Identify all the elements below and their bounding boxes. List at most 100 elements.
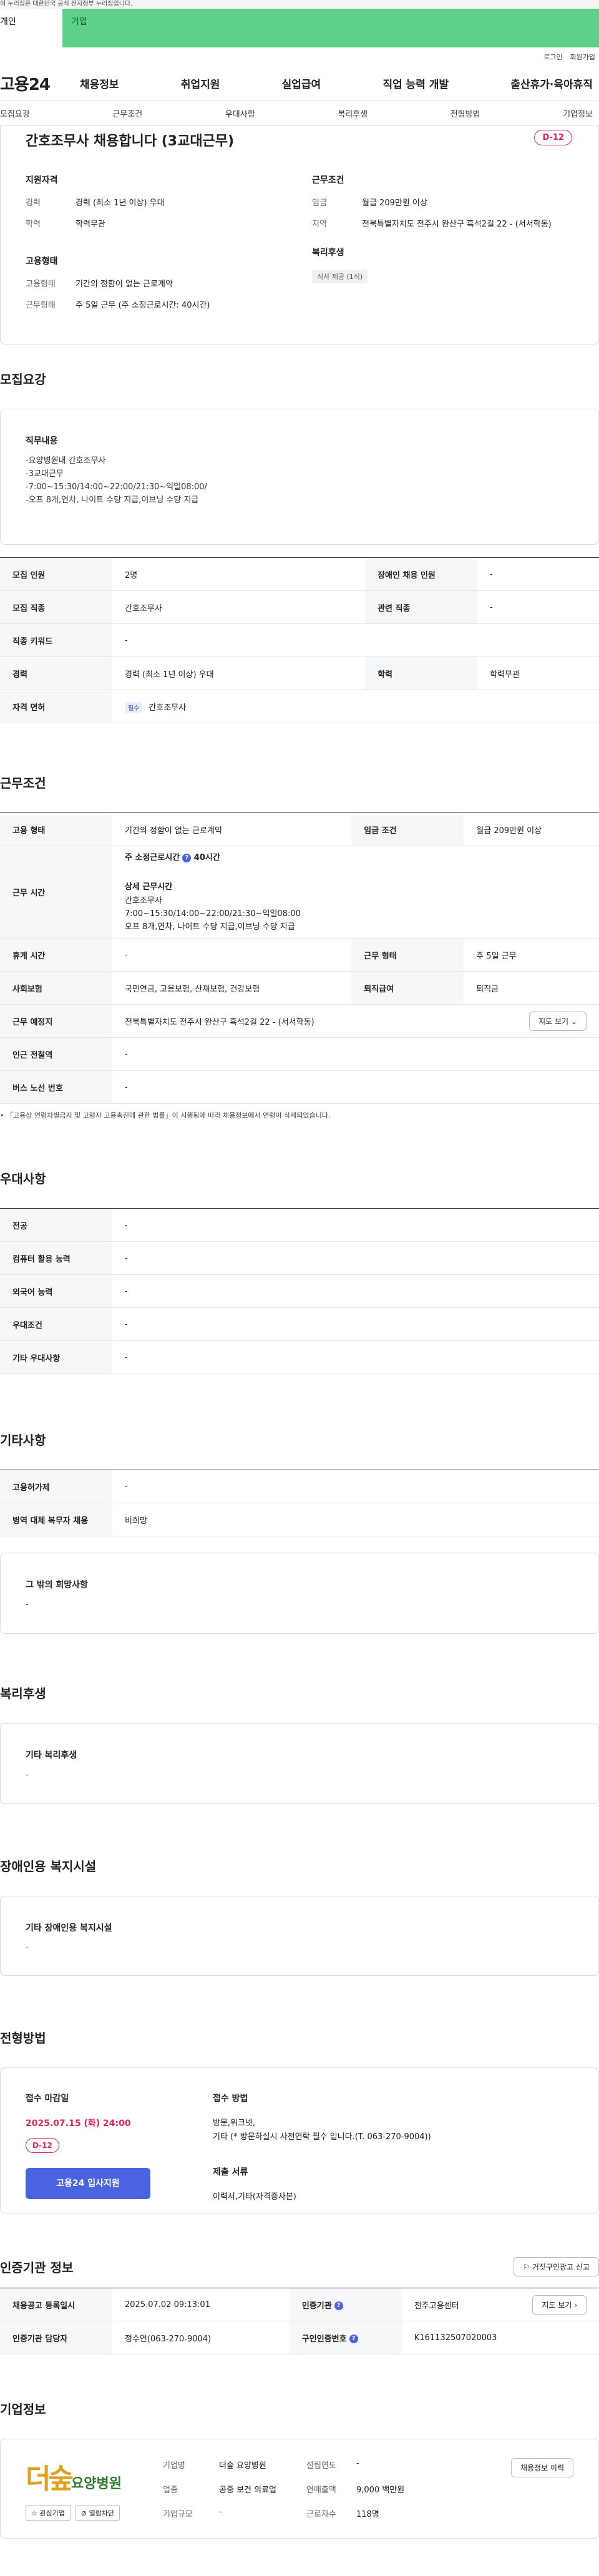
- table-row: 전공 -: [0, 1208, 599, 1242]
- welfare-summary-title: 복리후생: [312, 248, 344, 258]
- chevron-down-icon: ⌄: [570, 1017, 577, 1026]
- table-row: 고용 형태 기간의 정함이 없는 근로계약 임금 조건 월급 209만원 이상: [0, 812, 599, 846]
- gnb-skills[interactable]: 직업 능력 개발: [382, 76, 449, 91]
- gnb-employment-support[interactable]: 취업지원: [181, 76, 220, 91]
- cert-map-button[interactable]: 지도 보기 ›: [532, 2295, 587, 2315]
- table-row: 고용허가제 -: [0, 1470, 599, 1503]
- anchor-recruit[interactable]: 모집요강: [0, 107, 30, 119]
- table-row: 외국어 능력 -: [0, 1274, 599, 1308]
- table-row: 버스 노선 번호 -: [0, 1070, 599, 1104]
- cell-key: 사회보험: [0, 971, 112, 1005]
- anchor-work[interactable]: 근무조건: [112, 107, 142, 119]
- cert-table: 채용공고 등록일시 2025.07.02 09:13:01 인증기관? 전주고용…: [0, 2288, 599, 2354]
- report-icon: ⚐: [523, 2263, 530, 2271]
- etc-hope-card: 그 밖의 희망사항 -: [0, 1553, 599, 1634]
- emp-form-key: 근무형태: [26, 301, 56, 310]
- cell-key: 기타 우대사항: [0, 1340, 112, 1374]
- report-button[interactable]: ⚐ 거짓구인광고 신고: [514, 2257, 599, 2276]
- recruit-section-title: 모집요강: [0, 372, 46, 387]
- help-icon[interactable]: ?: [334, 2301, 343, 2310]
- block-view-button[interactable]: ⊘ 열람차단: [75, 2505, 120, 2521]
- condition-block: 근무조건 임금 월급 209만원 이상 지역 전북특별자치도 전주시 완산구 흑석2…: [312, 173, 573, 240]
- welfare-section-title: 복리후생: [0, 1686, 46, 1701]
- gnb-parental-leave[interactable]: 출산휴가·육아휴직: [510, 76, 593, 91]
- cell-value: -: [112, 1274, 599, 1308]
- company-value: 118명: [356, 2509, 379, 2519]
- table-row: 병역 대체 복무자 채용 비희망: [0, 1503, 599, 1536]
- cell-key: 학력: [365, 656, 478, 690]
- workplace-value: 전북특별자치도 전주시 완산구 흑석2길 22 - (서서학동): [125, 1017, 314, 1027]
- cell-key: 근무 예정지: [0, 1004, 112, 1038]
- cell-key: 인근 전철역: [0, 1037, 112, 1071]
- company-value: 공중 보건 의료업: [219, 2485, 276, 2495]
- disability-card: 기타 장애인용 복지시설 -: [0, 1896, 599, 1976]
- tab-enterprise[interactable]: 기업: [62, 9, 599, 47]
- required-chip: 필수: [125, 701, 143, 713]
- cell-key: 경력: [0, 656, 112, 690]
- cell-value: 기간의 정함이 없는 근로계약: [112, 812, 352, 846]
- company-key: 기업규모: [163, 2509, 193, 2519]
- favorite-company-button[interactable]: ☆ 관심기업: [26, 2505, 71, 2521]
- cell-value: 간호조무사: [112, 590, 366, 624]
- license-value: 간호조무사: [149, 703, 187, 713]
- tab-personal[interactable]: 개인: [0, 9, 62, 47]
- help-icon[interactable]: ?: [349, 2334, 358, 2343]
- cell-key: 인증기관 담당자: [0, 2321, 112, 2354]
- main-navigation: 고용24 채용정보 취업지원 실업급여 직업 능력 개발 출산휴가·육아휴직: [0, 66, 599, 101]
- cell-value: -: [477, 557, 599, 591]
- table-row: 근무 예정지 전북특별자치도 전주시 완산구 흑석2길 22 - (서서학동) …: [0, 1004, 599, 1038]
- disability-box-title: 기타 장애인용 복지시설: [26, 1923, 112, 1933]
- apply-card: 접수 마감일 2025.07.15 (화) 24:00 D-12 고용24 입사…: [0, 2067, 599, 2213]
- tab-enterprise-label: 기업: [71, 17, 87, 27]
- cell-key: 인증기관?: [289, 2288, 402, 2321]
- gnb-jobs[interactable]: 채용정보: [80, 76, 119, 91]
- detail-hours-text: 간호조무사 7:00~15:30/14:00~22:00/21:30~익일08:…: [125, 896, 301, 932]
- work-section-title: 근무조건: [0, 776, 46, 791]
- site-logo[interactable]: 고용24: [0, 72, 80, 95]
- table-row: 휴게 시간 - 근무 형태 주 5일 근무: [0, 938, 599, 972]
- cell-key: 외국어 능력: [0, 1274, 112, 1308]
- cell-value: 정수연(063-270-9004): [112, 2321, 290, 2354]
- cell-value: 경력 (최소 1년 이상) 우대: [112, 656, 366, 690]
- cell-key: 직종 키워드: [0, 623, 112, 657]
- anchor-pref[interactable]: 우대사항: [225, 107, 255, 119]
- table-row: 근무 시간 주 소정근로시간? 40시간 상세 근무시간 간호조무사 7:00~…: [0, 846, 599, 939]
- cert-agency-cell: 전주고용센터 지도 보기 ›: [401, 2288, 599, 2321]
- anchor-apply[interactable]: 전형방법: [450, 107, 480, 119]
- cell-value: -: [112, 1470, 599, 1503]
- job-title: 간호조무사 채용합니다 (3교대근무): [26, 134, 235, 149]
- company-info-grid: 기업명 더숲 요양병원 설립연도 - 업종 공중 보건 의료업 연매출액 9,000 백…: [163, 2459, 456, 2519]
- help-icon[interactable]: ?: [182, 853, 192, 862]
- company-key: 기업명: [163, 2461, 185, 2471]
- welfare-summary-block: 복리후생 식사 제공 (1식): [312, 246, 573, 321]
- cell-value: K161132507020003: [401, 2321, 599, 2354]
- welfare-card: 기타 복리후생 -: [0, 1723, 599, 1804]
- cell-key: 우대조건: [0, 1307, 112, 1341]
- cell-value: -: [112, 1340, 599, 1374]
- apply-dday-badge: D-12: [26, 2138, 59, 2153]
- company-logo-sub: 요양병원: [71, 2476, 122, 2492]
- cert-map-label: 지도 보기: [542, 2300, 572, 2310]
- map-button[interactable]: 지도 보기 ⌄: [529, 1011, 587, 1031]
- duty-text: -요양병원내 간호조무사 -3교대근무 -7:00~15:30/14:00~22…: [26, 456, 207, 505]
- apply-button[interactable]: 고용24 입사지원: [26, 2168, 150, 2199]
- anchor-company[interactable]: 기업정보: [563, 107, 593, 119]
- user-type-tabs: 개인 기업: [0, 9, 599, 47]
- company-value: -: [219, 2507, 222, 2517]
- cert-agency-key: 인증기관: [301, 2301, 332, 2311]
- gov-banner-text: 이 누리집은 대한민국 공식 전자정부 누리집입니다.: [0, 1, 133, 7]
- gnb-unemployment-benefit[interactable]: 실업급여: [282, 76, 321, 91]
- login-link[interactable]: 로그인: [543, 52, 562, 62]
- etc-table: 고용허가제 - 병역 대체 복무자 채용 비희망: [0, 1470, 599, 1536]
- disability-section-title: 장애인용 복지시설: [0, 1859, 97, 1874]
- table-row: 사회보험 국민연금, 고용보험, 산재보험, 건강보험 퇴직급여 퇴직금: [0, 971, 599, 1005]
- signup-link[interactable]: 회원가입: [570, 52, 595, 62]
- job-history-button[interactable]: 채용정보 이력: [510, 2458, 573, 2477]
- anchor-welfare[interactable]: 복리후생: [338, 107, 368, 119]
- company-value: -: [356, 2458, 359, 2468]
- cell-key: 전공: [0, 1208, 112, 1242]
- company-key: 설립연도: [306, 2461, 336, 2471]
- method-value: 방문,워크넷, 기타 (* 방문하실시 사전연락 필수 입니다.(T. 063-…: [213, 2119, 431, 2142]
- cond-wage-value: 월급 209만원 이상: [362, 198, 427, 208]
- cell-key: 모집 인원: [0, 557, 112, 591]
